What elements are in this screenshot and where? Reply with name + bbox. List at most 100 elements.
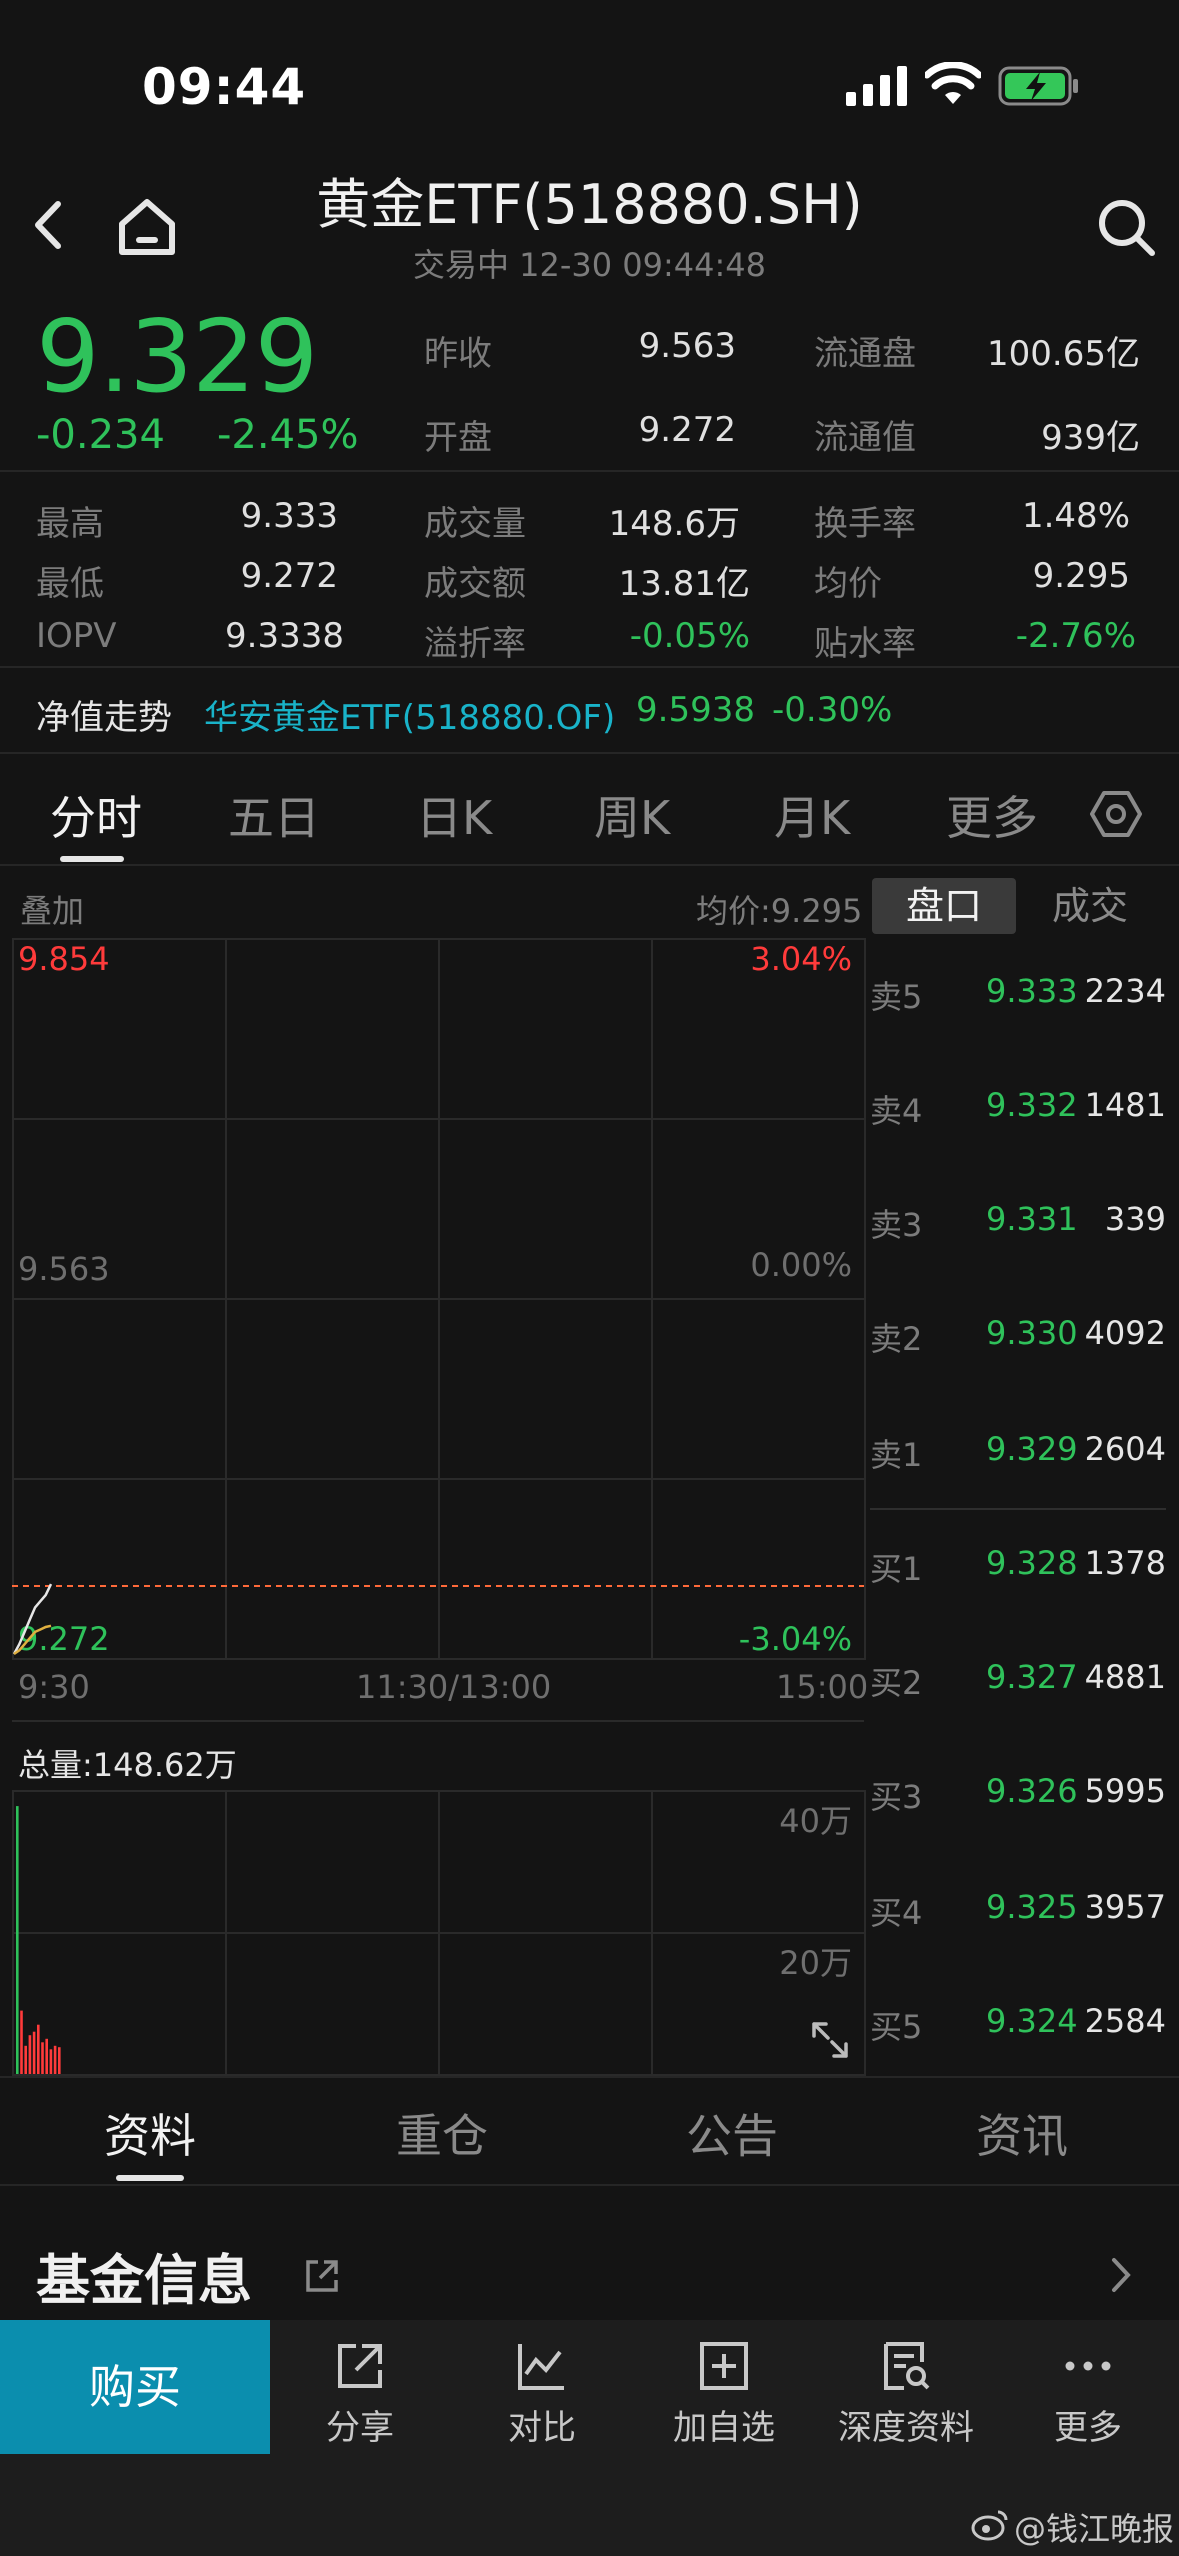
tab-trades[interactable]: 成交 (1018, 878, 1162, 934)
stat-value: 13.81亿 (618, 564, 750, 604)
stat-label: 换手率 (814, 504, 916, 544)
ob-volume: 4881 (1084, 1658, 1166, 1696)
ob-price: 9.326 (986, 1772, 1078, 1810)
add-watchlist-label: 加自选 (673, 2408, 775, 2448)
ob-price: 9.332 (986, 1086, 1078, 1124)
orderbook-row: 买4 9.325 3957 (870, 1888, 1179, 1948)
divider (0, 666, 1179, 668)
price-change: -0.234 (36, 412, 165, 458)
ob-price: 9.331 (986, 1200, 1078, 1238)
stat-label: 流通值 (814, 418, 916, 458)
stat-value: 148.6万 (608, 504, 740, 544)
buy-button[interactable]: 购买 (0, 2320, 270, 2454)
wifi-icon (925, 62, 981, 104)
ob-price: 9.328 (986, 1544, 1078, 1582)
price-chart (12, 1583, 864, 1656)
stat-label: 成交额 (424, 564, 526, 604)
avg-series-line (13, 1624, 52, 1656)
ob-volume: 3957 (1084, 1888, 1166, 1926)
volume-bar (58, 2047, 61, 2074)
tab-more[interactable]: 更多 (946, 782, 1038, 848)
ob-volume: 5995 (1084, 1772, 1166, 1810)
orderbook-row: 卖4 9.332 1481 (870, 1086, 1179, 1146)
stat-value: 9.295 (1032, 556, 1130, 596)
stat-value: 9.272 (638, 410, 736, 450)
chart-settings-icon[interactable] (1090, 788, 1142, 840)
search-icon[interactable] (1092, 192, 1160, 262)
document-search-icon (884, 2342, 930, 2390)
orderbook-row: 卖3 9.331 339 (870, 1200, 1179, 1260)
add-watchlist-button[interactable]: 加自选 (634, 2330, 814, 2450)
orderbook-row: 卖1 9.329 2604 (870, 1430, 1179, 1490)
ob-side: 卖5 (870, 978, 923, 1016)
deep-info-button[interactable]: 深度资料 (816, 2330, 996, 2450)
deep-info-label: 深度资料 (838, 2408, 974, 2448)
tab-orderbook[interactable]: 盘口 (872, 878, 1016, 934)
tab-news[interactable]: 资讯 (976, 2100, 1068, 2166)
more-button[interactable]: 更多 (998, 2330, 1178, 2450)
volume-bar (32, 2031, 36, 2074)
stat-value: 9.272 (240, 556, 338, 596)
share-icon (338, 2344, 382, 2388)
add-square-icon (700, 2342, 748, 2390)
ob-side: 卖4 (870, 1092, 923, 1130)
orderbook-row: 买2 9.327 4881 (870, 1658, 1179, 1718)
more-dots-icon (1065, 2361, 1111, 2371)
share-label: 分享 (326, 2408, 394, 2448)
tab-profile[interactable]: 资料 (104, 2100, 196, 2166)
tab-announcements[interactable]: 公告 (686, 2100, 778, 2166)
ob-side: 卖2 (870, 1320, 923, 1358)
overlay-button[interactable]: 叠加 (20, 886, 84, 932)
fund-info-heading[interactable]: 基金信息 (36, 2236, 252, 2315)
avg-price-label: 均价:9.295 (696, 892, 863, 930)
volume-bar (20, 2010, 23, 2074)
compare-label: 对比 (508, 2408, 576, 2448)
ob-volume: 4092 (1084, 1314, 1166, 1352)
x-axis-start: 9:30 (18, 1668, 90, 1706)
price-change-percent: -2.45% (217, 412, 359, 458)
tab-underline (116, 2175, 184, 2181)
tab-daily-k[interactable]: 日K (416, 782, 492, 848)
divider (0, 2184, 1179, 2186)
ob-price: 9.330 (986, 1314, 1078, 1352)
nav-change: -0.30% (772, 690, 893, 730)
nav-fund-link[interactable]: 华安黄金ETF(518880.OF) (204, 690, 615, 739)
expand-icon[interactable] (808, 2018, 852, 2062)
orderbook-divider (870, 1508, 1166, 1510)
tab-intraday[interactable]: 分时 (50, 782, 142, 848)
stat-value: 100.65亿 (987, 334, 1140, 374)
stat-label: 开盘 (424, 418, 492, 458)
stat-value: -0.05% (629, 616, 750, 656)
volume-bar (28, 2035, 32, 2074)
grid-line (12, 1720, 864, 1722)
tab-five-day[interactable]: 五日 (228, 782, 320, 848)
x-axis-end: 15:00 (776, 1668, 869, 1706)
ob-volume: 339 (1104, 1200, 1166, 1238)
tab-weekly-k[interactable]: 周K (594, 782, 670, 848)
share-link-icon[interactable] (302, 2256, 342, 2296)
orderbook-row: 卖2 9.330 4092 (870, 1314, 1179, 1374)
volume-bar (24, 2045, 27, 2074)
cellular-signal-icon (846, 66, 907, 106)
ob-price: 9.325 (986, 1888, 1078, 1926)
ob-side: 卖3 (870, 1206, 923, 1244)
stat-label: IOPV (36, 616, 117, 656)
tab-monthly-k[interactable]: 月K (774, 782, 850, 848)
chevron-right-icon[interactable] (1106, 2250, 1136, 2300)
ob-volume: 2604 (1084, 1430, 1166, 1468)
stat-value: 939亿 (1041, 418, 1140, 458)
stat-label: 成交量 (424, 504, 526, 544)
tab-holdings[interactable]: 重仓 (396, 2100, 488, 2166)
ob-price: 9.333 (986, 972, 1078, 1010)
volume-bar (49, 2049, 53, 2074)
orderbook-row: 买5 9.324 2584 (870, 2002, 1179, 2062)
ob-volume: 1481 (1084, 1086, 1166, 1124)
share-button[interactable]: 分享 (270, 2330, 450, 2450)
compare-button[interactable]: 对比 (452, 2330, 632, 2450)
stat-label: 溢折率 (424, 624, 526, 664)
grid-line (864, 938, 866, 1660)
volume-bar (37, 2024, 40, 2074)
ob-side: 买2 (870, 1664, 923, 1702)
stat-label: 均价 (814, 564, 882, 604)
trading-status: 交易中 12-30 09:44:48 (412, 246, 767, 284)
